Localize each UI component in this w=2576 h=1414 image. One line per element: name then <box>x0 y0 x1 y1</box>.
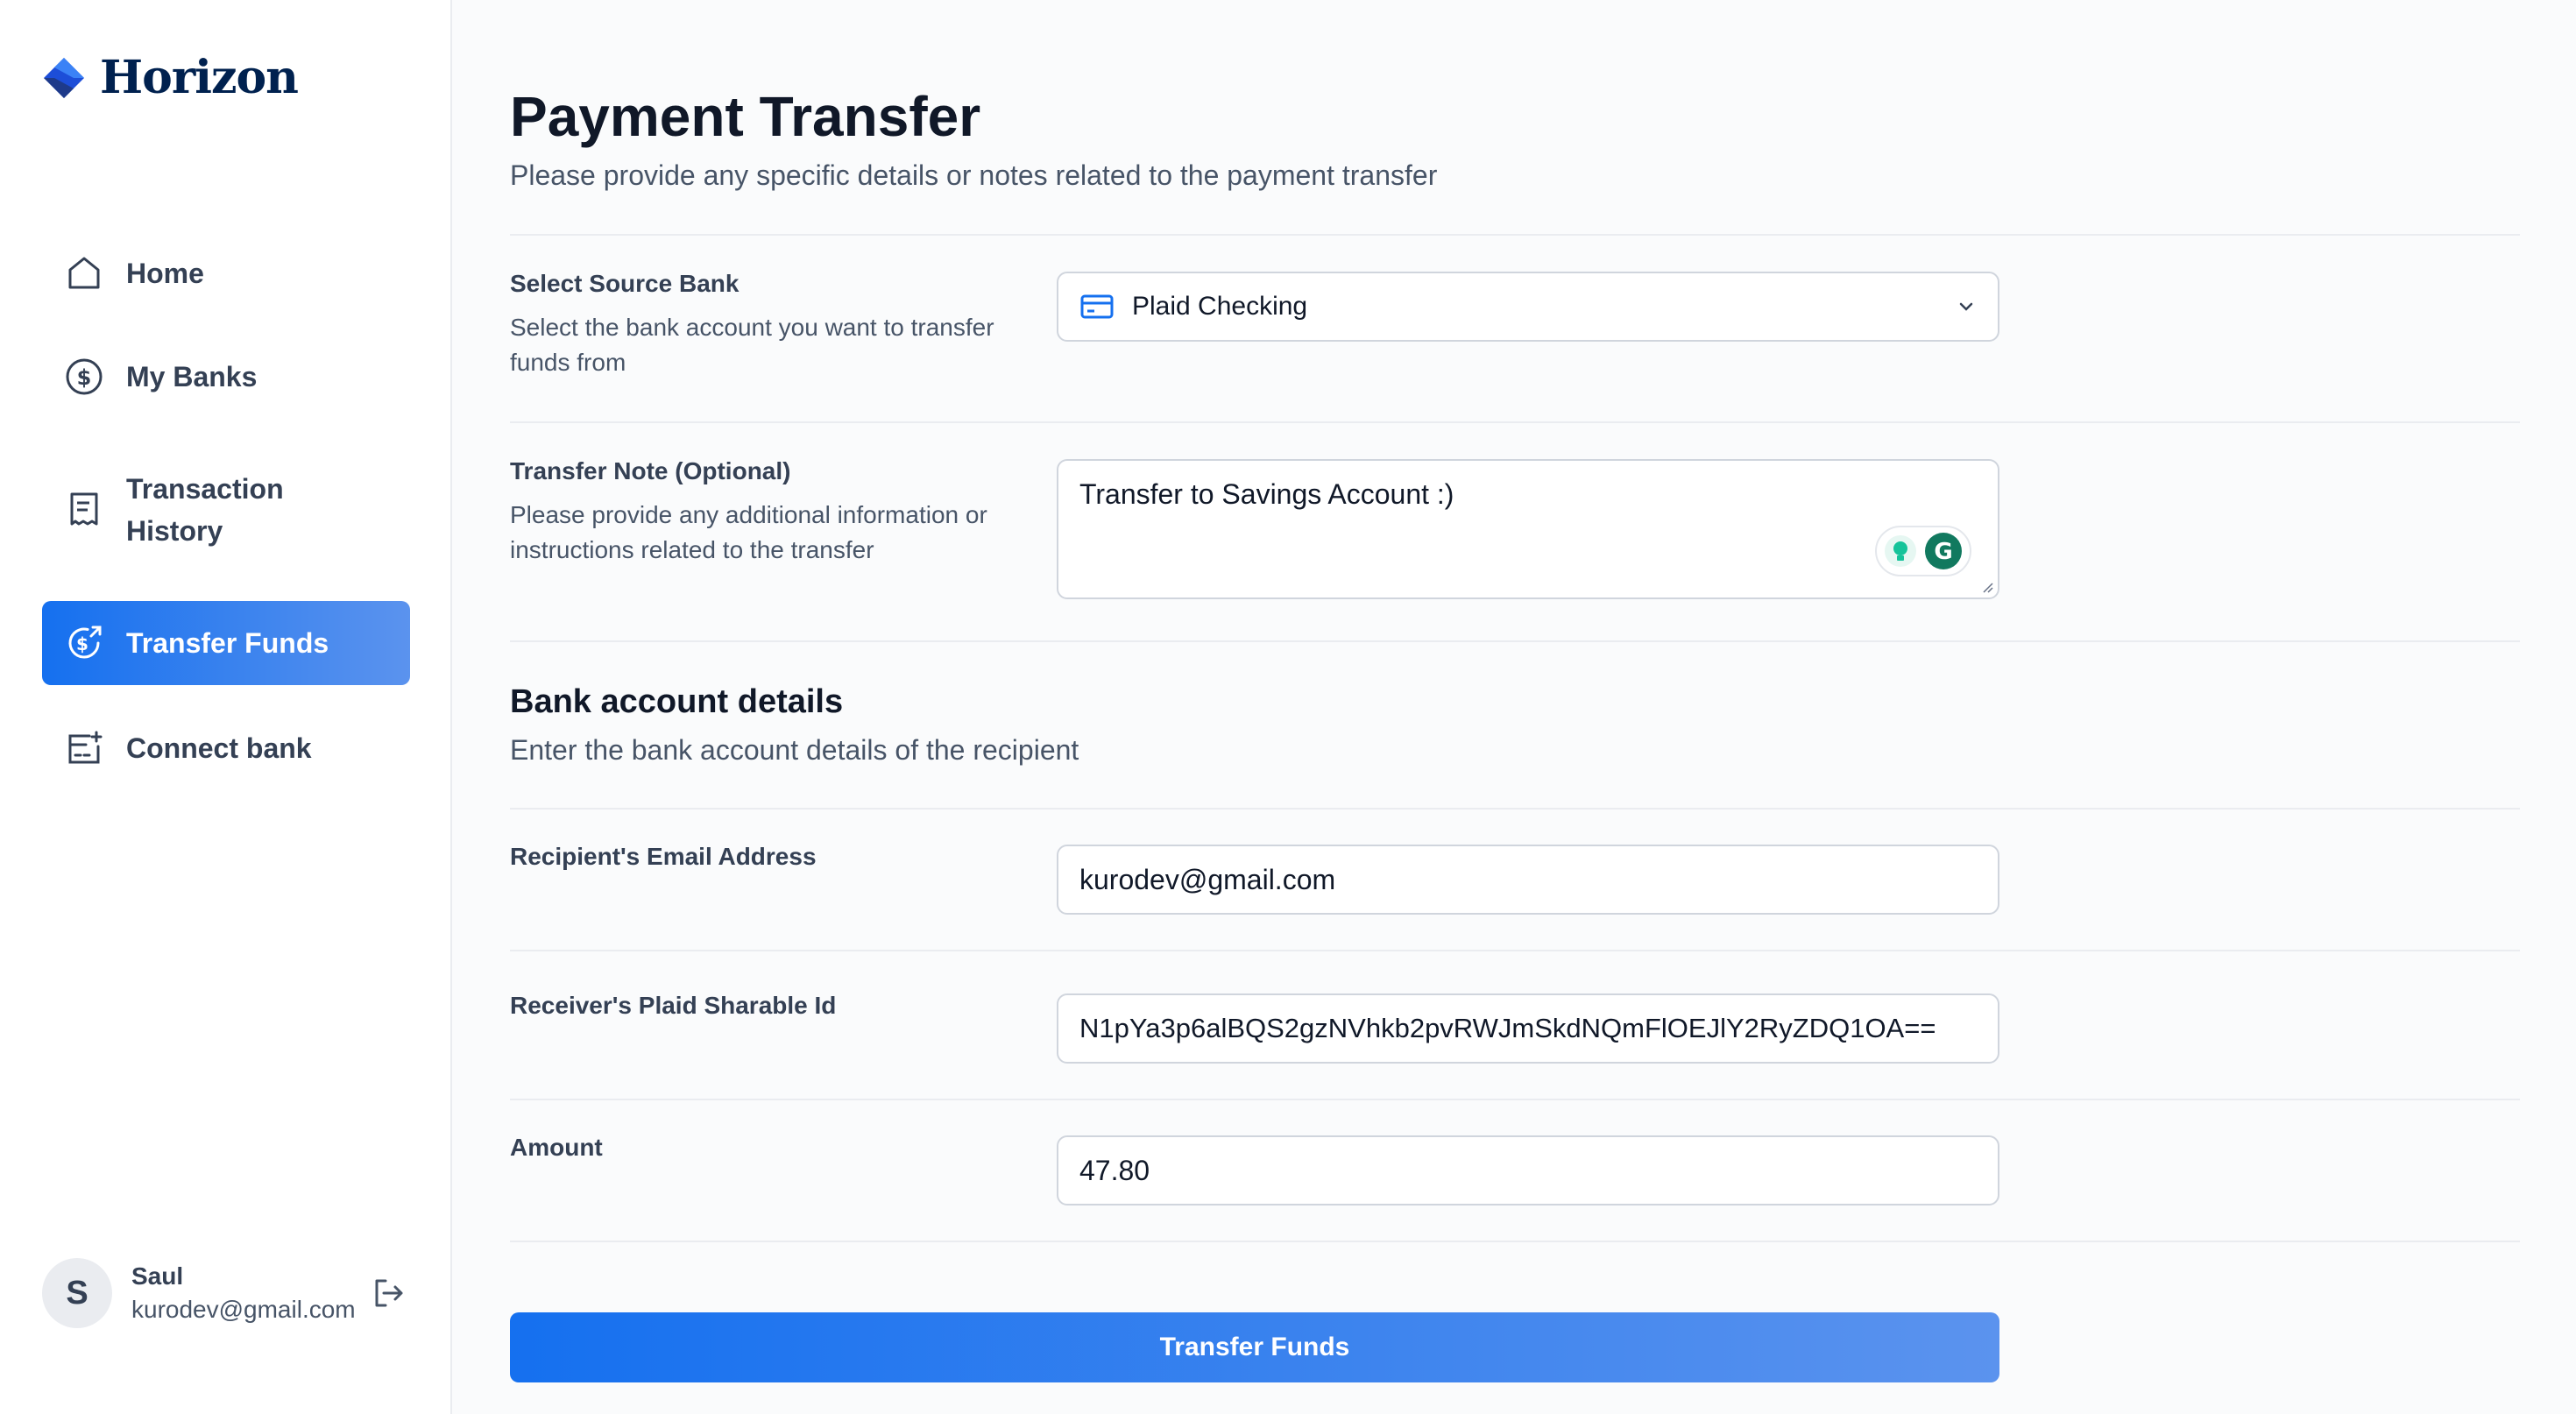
resize-handle-icon[interactable] <box>1980 580 1994 594</box>
user-profile: S Saul kurodev@gmail.com <box>42 1258 403 1328</box>
note-label: Transfer Note (Optional) <box>510 457 791 484</box>
divider <box>510 421 2520 423</box>
source-bank-select[interactable]: Plaid Checking <box>1057 272 1999 342</box>
avatar[interactable]: S <box>42 1258 112 1328</box>
section-subtitle: Enter the bank account details of the re… <box>510 734 1079 766</box>
chevron-down-icon <box>1959 302 1973 311</box>
source-bank-value: Plaid Checking <box>1132 292 1308 321</box>
sidebar-item-label: Transfer Funds <box>126 627 329 659</box>
source-bank-label: Select Source Bank <box>510 270 740 297</box>
page-subtitle: Please provide any specific details or n… <box>510 159 1438 191</box>
svg-text:$: $ <box>76 633 88 654</box>
home-icon <box>63 252 105 294</box>
email-field[interactable]: kurodev@gmail.com <box>1057 845 1999 915</box>
credit-card-icon <box>1080 294 1114 319</box>
grammarly-icon: G <box>1925 533 1962 569</box>
sidebar-item-transfer-funds[interactable]: $ Transfer Funds <box>42 601 410 685</box>
source-bank-help: Select the bank account you want to tran… <box>510 314 994 376</box>
sidebar-item-home[interactable]: Home <box>42 242 410 305</box>
sharable-id-value: N1pYa3p6alBQS2gzNVhkb2pvRWJmSkdNQmFlOEJl… <box>1079 1013 1936 1043</box>
sidebar-item-label: Home <box>126 258 204 289</box>
sidebar-item-connect-bank[interactable]: Connect bank <box>42 717 410 780</box>
brand[interactable]: Horizon <box>42 51 299 104</box>
user-name: Saul <box>131 1262 184 1290</box>
page-title: Payment Transfer <box>510 85 981 148</box>
sharable-id-field[interactable]: N1pYa3p6alBQS2gzNVhkb2pvRWJmSkdNQmFlOEJl… <box>1057 993 1999 1064</box>
note-textarea[interactable]: Transfer to Savings Account :) G <box>1057 459 1999 599</box>
sidebar-item-label: My Banks <box>126 361 258 392</box>
note-help: Please provide any additional informatio… <box>510 501 987 563</box>
logout-icon[interactable] <box>372 1276 407 1311</box>
dollar-circle-icon: $ <box>63 356 105 398</box>
user-info: Saul kurodev@gmail.com <box>131 1262 356 1324</box>
section-title: Bank account details <box>510 683 844 720</box>
add-card-icon <box>63 727 105 769</box>
divider <box>510 234 2520 236</box>
sidebar: Horizon Home $ My Banks Transaction Hist… <box>0 0 452 1414</box>
user-email: kurodev@gmail.com <box>131 1296 356 1323</box>
sidebar-item-label: Connect bank <box>126 732 312 764</box>
brand-name: Horizon <box>100 51 299 104</box>
grammarly-widget[interactable]: G <box>1875 526 1971 576</box>
divider <box>510 1099 2520 1100</box>
email-label: Recipient's Email Address <box>510 843 817 870</box>
svg-text:G: G <box>1934 539 1952 565</box>
email-value: kurodev@gmail.com <box>1079 863 1336 895</box>
sidebar-item-my-banks[interactable]: $ My Banks <box>42 345 410 408</box>
divider <box>510 950 2520 951</box>
horizon-logo-icon <box>44 57 84 98</box>
divider <box>510 640 2520 642</box>
divider <box>510 1241 2520 1242</box>
svg-text:$: $ <box>77 365 92 390</box>
sidebar-item-transaction-history[interactable]: Transaction History <box>42 464 410 555</box>
receipt-icon <box>63 489 105 531</box>
transfer-funds-button[interactable]: Transfer Funds <box>510 1312 1999 1382</box>
sharable-id-label: Receiver's Plaid Sharable Id <box>510 992 837 1019</box>
amount-value: 47.80 <box>1079 1154 1150 1186</box>
divider <box>510 808 2520 810</box>
lightbulb-icon <box>1885 535 1916 567</box>
sidebar-item-label: Transaction History <box>126 473 284 547</box>
note-value: Transfer to Savings Account :) <box>1079 478 1454 510</box>
amount-label: Amount <box>510 1134 603 1161</box>
money-send-icon: $ <box>63 622 105 664</box>
amount-field[interactable]: 47.80 <box>1057 1135 1999 1205</box>
